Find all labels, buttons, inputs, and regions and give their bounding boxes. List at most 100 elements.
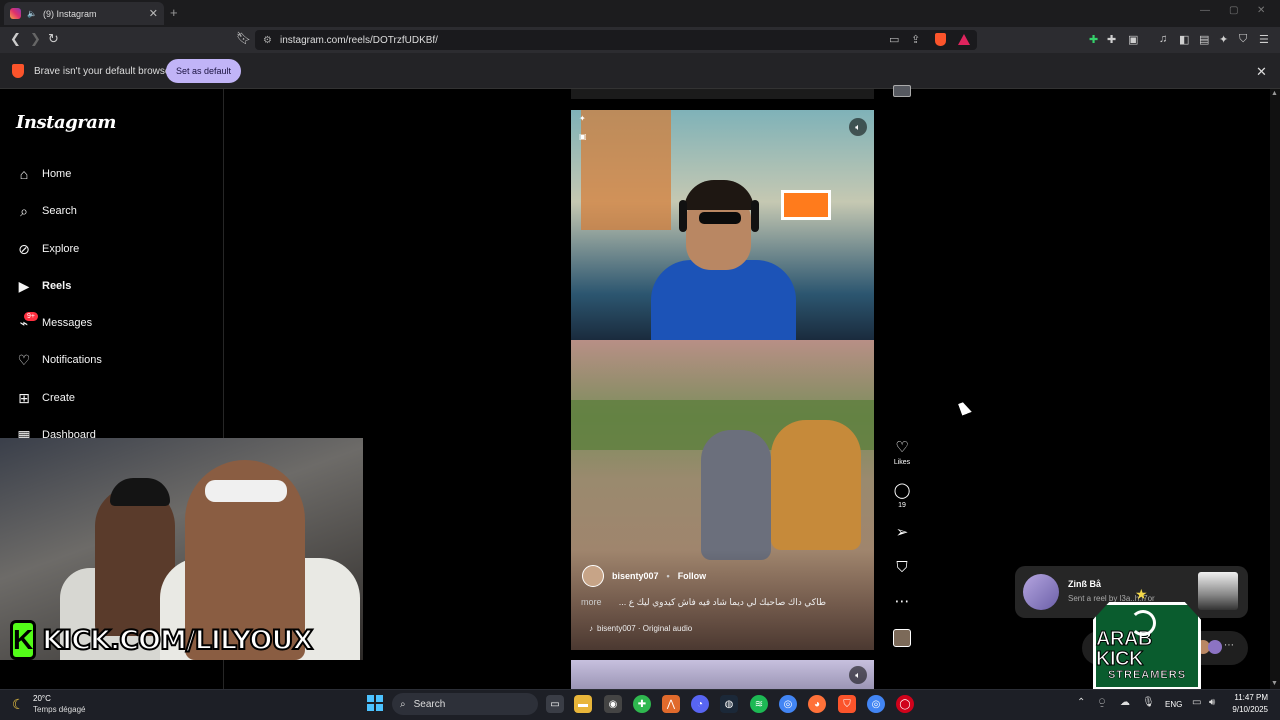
bookmark-icon[interactable]: 🔖︎ [236,31,251,45]
language-indicator[interactable]: ENG [1165,700,1182,709]
avatar [1208,640,1222,654]
avatar[interactable] [582,565,604,587]
brave-icon[interactable]: ⛉ [838,695,856,713]
leo-ai-icon[interactable]: ✦ [1219,33,1228,46]
reel-audio[interactable]: ♪ bisenty007 · Original audio [589,624,692,633]
follow-button[interactable]: Follow [678,571,707,581]
more-link[interactable]: more [581,597,602,608]
brave-rewards-icon[interactable] [958,34,970,45]
chrome-profile-icon[interactable]: ◎ [867,695,885,713]
cloud-icon[interactable]: ☁ [1120,697,1130,708]
avatar [1023,574,1059,610]
sidebar-item-label: Create [42,392,76,404]
task-view-icon[interactable]: ▭ [546,695,564,713]
clock-date[interactable]: 9/10/2025 [1226,705,1268,714]
sidebar-icon[interactable]: ◧ [1179,33,1189,46]
share-icon[interactable]: ⇪ [911,33,920,46]
streamer-cap [110,478,170,506]
page-scrollbar[interactable] [1270,89,1280,689]
speaker-icon[interactable]: 🔈 [27,9,37,18]
firefox-icon[interactable]: ◕ [808,695,826,713]
window-close-button[interactable]: ✕ [1257,5,1265,16]
reel-username[interactable]: bisenty007 [612,571,659,581]
reel-previous[interactable] [571,89,874,99]
instagram-logo[interactable]: Instagram [16,112,116,133]
reel-next[interactable]: 🔈︎ [571,660,874,690]
url-text: instagram.com/reels/DOTrzfUDKBf/ [279,34,438,46]
extensions-puzzle-icon[interactable]: ✚ [1107,33,1116,46]
menu-icon[interactable]: ☰ [1259,33,1269,46]
taskbar-search-label: Search [413,698,446,710]
weather-temperature[interactable]: 20°C [33,694,51,703]
scroll-down-icon[interactable]: ▼ [1271,680,1278,687]
volume-icon[interactable]: 🔊︎ [1209,697,1215,708]
spotify-icon[interactable]: ≋ [750,695,768,713]
like-button[interactable]: ♡ Likes [890,440,914,467]
steam-icon[interactable]: ◍ [720,695,738,713]
microphone-icon[interactable]: 🎙︎ [1142,697,1155,708]
minimize-button[interactable]: — [1200,5,1210,16]
set-as-default-button[interactable]: Set as default [166,59,241,83]
taskbar-search[interactable]: ⌕ Search [392,693,538,715]
sidebar-item-create[interactable]: ⊞ Create [16,390,75,406]
sidebar-item-search[interactable]: ⌕ Search [16,203,77,219]
bluetooth-icon[interactable]: ⍜ [1099,697,1105,708]
sidebar-item-notifications[interactable]: ♡ Notifications [16,352,102,368]
reel-caption: more طاكي داك صاحبك لي ديما شاد فيه فاش … [581,597,826,608]
moon-icon[interactable]: ☾ [12,696,25,713]
wallet-icon[interactable]: ▤ [1199,33,1209,46]
maximize-button[interactable]: ▢ [1229,5,1238,16]
mute-toggle-icon[interactable]: 🔈︎ [849,666,867,684]
tab-title: (9) Instagram [42,8,97,19]
new-tab-button[interactable]: + [170,5,178,20]
cast-icon[interactable]: ▭ [889,33,899,46]
man-sitting [701,430,771,560]
comment-icon: ◯ [893,482,911,499]
music-icon[interactable]: ♫ [1159,33,1167,45]
vr-headset [205,480,287,502]
forward-arrow-icon[interactable]: ❯ [30,31,41,47]
clock-time[interactable]: 11:47 PM [1226,693,1268,702]
audio-thumbnail[interactable] [893,629,911,647]
tab-instagram[interactable]: 🔈 (9) Instagram ✕ [4,2,164,25]
scroll-up-icon[interactable]: ▲ [1271,90,1278,97]
music-note-icon: ♪ [589,624,593,633]
tab-close-icon[interactable]: ✕ [149,7,158,20]
share-button[interactable]: ➢ [890,525,914,541]
sidebar-item-reels[interactable]: ▶ Reels [16,278,72,294]
reel-video-top[interactable]: 🔈︎ ✦ ▣ [571,110,874,340]
save-button[interactable]: ⛉ [890,560,914,576]
brave-logo-icon [12,64,24,78]
sidebar-item-explore[interactable]: ⊘ Explore [16,241,79,257]
previous-reel-avatar[interactable] [893,85,911,97]
discord-icon[interactable]: ◔ [691,695,709,713]
address-bar[interactable]: ⚙ instagram.com/reels/DOTrzfUDKBf/ [255,30,977,50]
opera-icon[interactable]: ◯ [896,695,914,713]
infobar-close-icon[interactable]: ✕ [1256,64,1267,80]
mute-toggle-icon[interactable]: 🔈︎ [849,118,867,136]
vpn-shield-icon[interactable]: ⛉ [1239,33,1247,46]
file-explorer-icon[interactable]: ▬ [574,695,592,713]
more-options-button[interactable]: ⋯ [890,594,914,610]
comment-button[interactable]: ◯ 19 [890,482,914,510]
screenshot-icon[interactable]: ▣ [1128,33,1138,46]
sidebar-item-home[interactable]: ⌂ Home [16,166,72,182]
comments-count: 19 [898,502,906,509]
chrome-icon[interactable]: ◎ [779,695,797,713]
extension-green-icon[interactable]: ✚ [1089,33,1098,46]
compass-icon: ⊘ [18,240,30,257]
home-icon: ⌂ [19,166,29,182]
back-arrow-icon[interactable]: ❮ [10,31,21,47]
site-settings-icon[interactable]: ⚙ [263,35,272,46]
brave-shields-icon[interactable] [935,33,946,46]
tray-overflow-icon[interactable]: ⌃ [1077,697,1085,708]
windows-start-icon[interactable] [367,695,383,711]
reel-thumbnail [1198,572,1238,610]
app-icon[interactable]: ⋀ [662,695,680,713]
obs-icon[interactable]: ◉ [604,695,622,713]
weather-description[interactable]: Temps dégagé [33,705,85,714]
display-icon[interactable]: ▭ [1192,697,1201,708]
creator-sunglasses [699,212,741,224]
xbox-icon[interactable]: ✚ [633,695,651,713]
reload-icon[interactable]: ↻ [48,31,59,47]
